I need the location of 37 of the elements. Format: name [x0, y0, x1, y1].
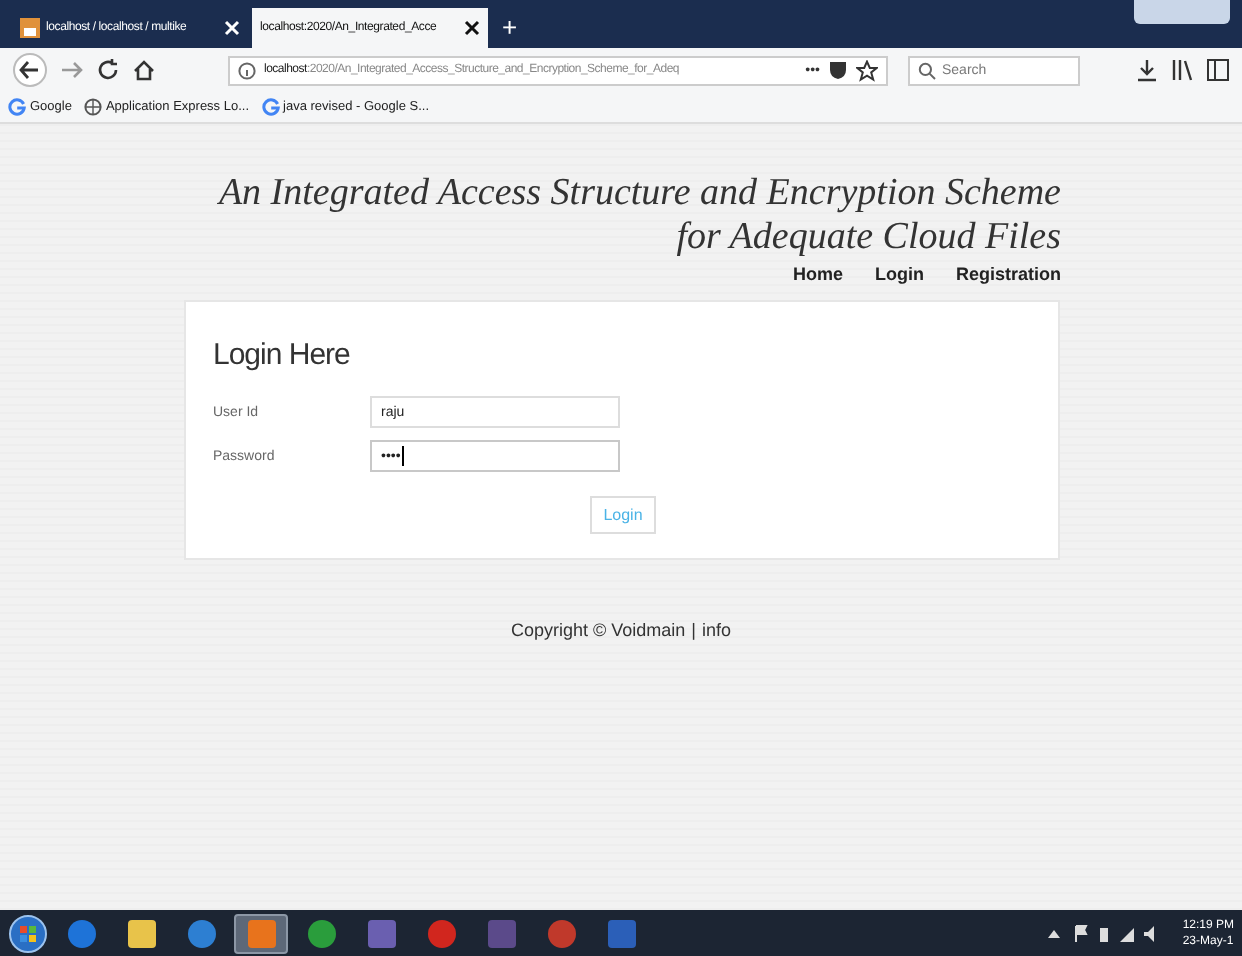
library-icon[interactable]	[1170, 58, 1194, 82]
reload-icon[interactable]	[96, 58, 120, 82]
separator: |	[691, 620, 696, 640]
app-icon	[425, 917, 457, 949]
info-icon	[238, 61, 256, 79]
globe-icon	[83, 98, 102, 116]
close-icon[interactable]	[464, 20, 480, 36]
app-icon	[125, 917, 157, 949]
sidebar-icon[interactable]	[1206, 58, 1230, 82]
app-icon	[485, 917, 517, 949]
start-orb-icon[interactable]	[8, 913, 48, 953]
nav-link[interactable]: Login	[874, 264, 924, 284]
taskbar-app-button[interactable]	[234, 913, 288, 953]
shield-icon[interactable]	[828, 60, 848, 80]
login-heading: Login Here	[213, 338, 352, 372]
nav-link[interactable]: Home	[792, 264, 843, 284]
g-logo-icon	[261, 98, 280, 116]
copyright-text: Copyright © Voidmain	[510, 620, 686, 640]
g-logo-icon	[8, 98, 26, 116]
app-icon	[545, 917, 577, 949]
app-icon	[185, 917, 217, 949]
home-icon[interactable]	[132, 58, 156, 82]
nav-link[interactable]: Registration	[955, 264, 1061, 284]
forward-icon[interactable]	[60, 58, 84, 82]
search-icon	[918, 61, 936, 79]
app-icon	[245, 917, 277, 949]
site-title: An Integrated Access Structure and Encryption Scheme for Adequate Cloud Files	[215, 172, 1061, 260]
app-icon	[605, 917, 637, 949]
app-icon	[365, 917, 397, 949]
back-icon[interactable]	[12, 52, 48, 88]
info-link[interactable]: info	[702, 620, 732, 640]
favicon-icon	[20, 18, 40, 38]
star-icon[interactable]	[856, 59, 878, 81]
new-tab-button[interactable]: +	[492, 12, 528, 48]
app-icon	[305, 917, 337, 949]
app-icon	[65, 917, 97, 949]
download-icon[interactable]	[1136, 58, 1158, 82]
